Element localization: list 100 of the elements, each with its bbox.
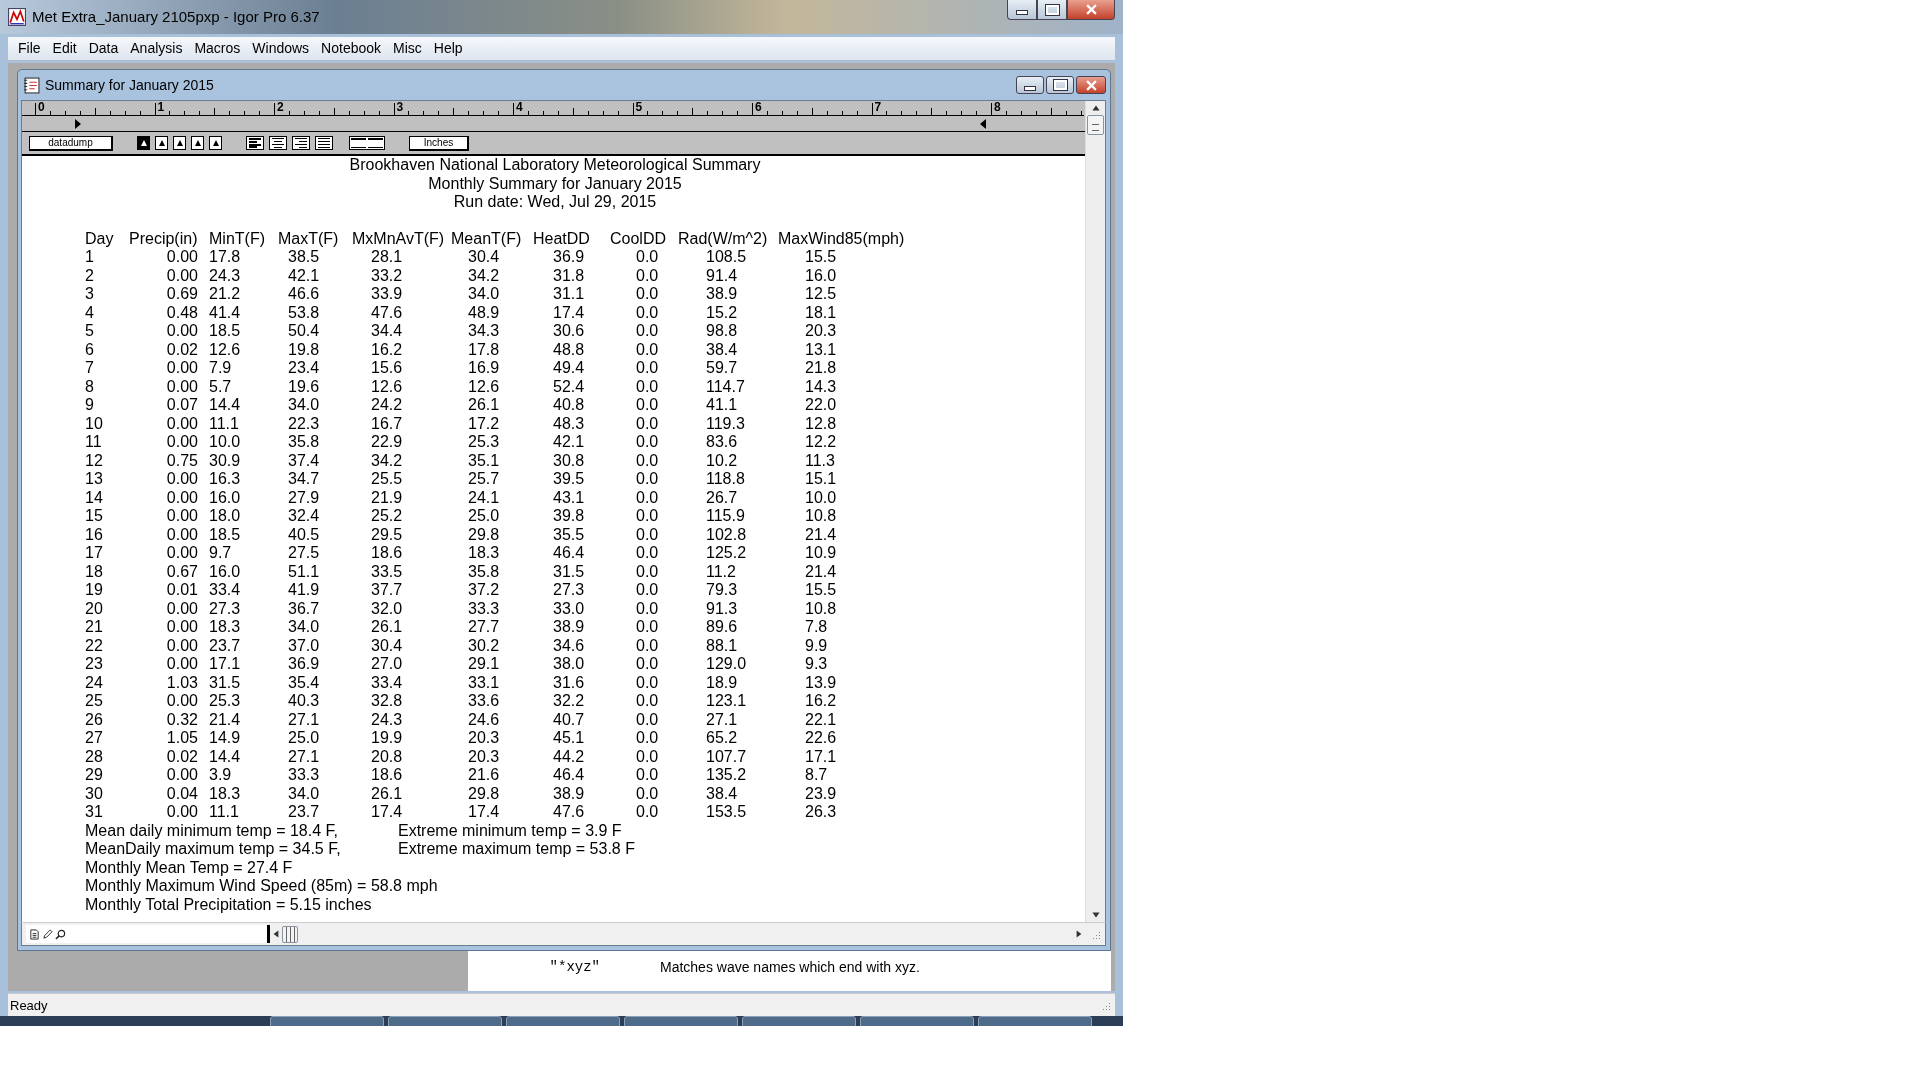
table-cell: 12.6	[468, 377, 500, 397]
table-cell: 24.6	[468, 710, 500, 730]
status-text: Ready	[10, 997, 48, 1013]
table-cell: 24.2	[371, 396, 403, 415]
ruler-number: 3	[396, 101, 404, 114]
spacing-button[interactable]	[137, 136, 150, 151]
table-cell: 0.00	[166, 507, 198, 526]
scroll-thumb[interactable]	[282, 925, 298, 943]
table-cell: 12.6	[209, 340, 241, 360]
menu-item[interactable]: Misc	[387, 40, 428, 57]
table-cell: 21.4	[209, 710, 241, 730]
menu-item[interactable]: Edit	[46, 40, 83, 57]
menu-item[interactable]: Notebook	[315, 40, 388, 57]
column-header: Rad(W/m^2)	[678, 229, 768, 249]
minimize-button[interactable]	[1007, 0, 1037, 20]
up-arrow-icon	[194, 140, 201, 147]
table-cell: 33.0	[553, 599, 585, 619]
vertical-scrollbar[interactable]	[1085, 101, 1105, 923]
table-cell: 27.7	[468, 618, 500, 637]
table-cell: 28.1	[371, 248, 403, 267]
alignment-button[interactable]	[292, 136, 310, 151]
table-cell: 16.2	[371, 340, 403, 360]
table-cell: 12.6	[371, 377, 403, 397]
minimize-button[interactable]	[1016, 76, 1044, 95]
table-cell: 65.2	[706, 729, 738, 748]
column-header: MinT(F)	[209, 229, 265, 249]
table-cell: 15.6	[371, 359, 403, 378]
scroll-thumb[interactable]	[1087, 115, 1104, 136]
table-cell: 129.0	[706, 655, 747, 674]
spacing-button[interactable]	[209, 136, 222, 151]
table-cell: 31.5	[209, 673, 241, 693]
pencil-icon[interactable]	[42, 928, 53, 940]
table-cell: 31.1	[553, 285, 585, 304]
table-cell: 17.8	[468, 340, 500, 360]
table-cell: 27.9	[288, 488, 320, 508]
maximize-button[interactable]	[1037, 0, 1067, 20]
ruler-name-button[interactable]: datadump	[29, 135, 113, 151]
alignment-button[interactable]	[315, 136, 333, 151]
table-cell: 15.1	[805, 470, 837, 489]
table-cell: 18.6	[371, 766, 403, 785]
units-button[interactable]: Inches	[409, 135, 469, 151]
table-cell: 33.3	[288, 766, 320, 785]
table-cell: 16.0	[805, 266, 837, 286]
table-cell: 0.0	[636, 618, 659, 637]
table-cell: 20.3	[468, 747, 500, 767]
spacing-button[interactable]	[173, 136, 186, 151]
summary-text: Monthly Mean Temp = 27.4 F	[85, 858, 294, 878]
table-cell: 33.5	[371, 562, 403, 582]
table-cell: 29.5	[371, 525, 403, 545]
table-cell: 17.8	[209, 248, 241, 267]
close-button[interactable]	[1076, 76, 1106, 95]
table-cell: 23.7	[288, 803, 320, 822]
table-cell: 10.8	[805, 507, 837, 526]
menu-item[interactable]: Macros	[188, 40, 247, 57]
table-cell: 26	[85, 710, 103, 730]
table-cell: 10.0	[805, 488, 837, 508]
table-cell: 33.2	[371, 266, 403, 286]
alignment-button[interactable]	[269, 136, 287, 151]
table-cell: 26.1	[468, 396, 500, 415]
table-cell: 11.1	[209, 803, 239, 822]
table-cell: 10.8	[805, 599, 837, 619]
table-cell: 0.0	[636, 692, 659, 711]
table-cell: 20.3	[805, 322, 837, 341]
table-cell: 30	[85, 784, 103, 804]
summary-text: Extreme maximum temp = 53.8 F	[398, 840, 635, 859]
tab-stops-button[interactable]	[349, 136, 385, 151]
magnifier-icon[interactable]	[55, 928, 66, 940]
table-cell: 0.0	[636, 507, 659, 526]
table-cell: 0.0	[636, 581, 659, 600]
close-button[interactable]	[1067, 0, 1115, 20]
alignment-button[interactable]	[246, 136, 264, 151]
page-icon[interactable]	[29, 928, 40, 940]
table-cell: 59.7	[706, 359, 738, 378]
table-cell: 39.5	[553, 470, 585, 489]
menu-item[interactable]: Analysis	[124, 40, 189, 57]
table-cell: 17.4	[468, 803, 500, 822]
table-cell: 47.6	[371, 303, 403, 323]
table-cell: 0.02	[166, 747, 198, 767]
table-cell: 25	[85, 692, 103, 711]
menu-item[interactable]: File	[12, 40, 47, 57]
table-cell: 29.8	[468, 784, 500, 804]
spacing-button[interactable]	[191, 136, 204, 151]
table-cell: 1.03	[166, 673, 198, 693]
table-cell: 18.1	[805, 303, 837, 323]
restore-button[interactable]	[1046, 76, 1074, 95]
table-cell: 13.9	[805, 673, 837, 693]
menu-item[interactable]: Help	[427, 40, 469, 57]
table-cell: 0.00	[166, 266, 198, 286]
menu-item[interactable]: Windows	[246, 40, 316, 57]
ruler[interactable]: 0 1 2 3 4 5 6 7 8	[22, 101, 1085, 133]
table-cell: 22	[85, 636, 103, 656]
menu-item[interactable]: Data	[82, 40, 125, 57]
table-cell: 18.5	[209, 322, 241, 341]
table-cell: 3	[85, 285, 94, 304]
spacing-button[interactable]	[155, 136, 168, 151]
table-cell: 3.9	[209, 766, 232, 785]
table-cell: 0.0	[636, 599, 659, 619]
table-cell: 32.2	[553, 692, 585, 711]
table-cell: 0.00	[166, 322, 198, 341]
table-cell: 43.1	[553, 488, 585, 508]
